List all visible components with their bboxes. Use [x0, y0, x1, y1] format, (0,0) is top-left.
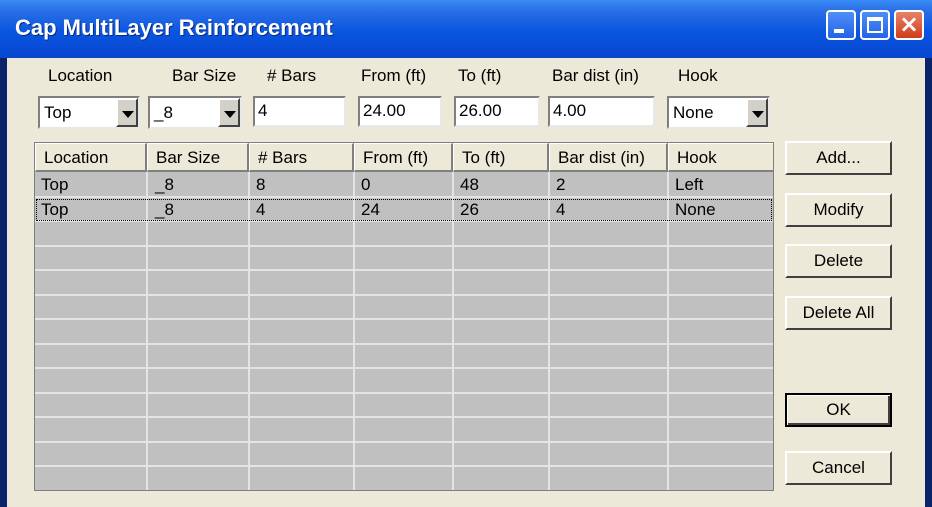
grid-line [35, 441, 773, 443]
to-label: To (ft) [458, 66, 502, 85]
delete-button[interactable]: Delete [785, 244, 892, 278]
table-cell: _8 [155, 175, 174, 194]
to-input[interactable]: 26.00 [454, 96, 540, 127]
from-label: From (ft) [361, 66, 427, 85]
dialog-window: Cap MultiLayer Reinforcement × Location … [0, 0, 932, 507]
grid-line [35, 343, 773, 345]
location-select[interactable]: Top [38, 96, 140, 129]
column-header-bar-size[interactable]: Bar Size [147, 143, 249, 172]
close-icon: × [898, 10, 920, 38]
num-bars-input[interactable]: 4 [253, 96, 346, 127]
chevron-down-icon[interactable] [218, 98, 240, 127]
hook-select[interactable]: None [667, 96, 770, 129]
hook-label: Hook [678, 66, 718, 85]
grid-line [35, 367, 773, 369]
table-cell: Top [41, 200, 69, 219]
ok-button[interactable]: OK [785, 393, 892, 427]
grid-line [35, 465, 773, 467]
column-header-hook[interactable]: Hook [668, 143, 773, 172]
grid-line [35, 318, 773, 320]
grid-line [35, 269, 773, 271]
chevron-down-icon[interactable] [116, 98, 138, 127]
bar-size-select[interactable]: _8 [148, 96, 242, 129]
location-label: Location [48, 66, 113, 85]
table-cell: 8 [256, 175, 266, 194]
close-button[interactable]: × [894, 10, 924, 40]
add-button[interactable]: Add... [785, 141, 892, 175]
column-header-bar-dist[interactable]: Bar dist (in) [549, 143, 668, 172]
location-select-value: Top [44, 103, 72, 122]
reinforcement-table[interactable]: Location Bar Size # Bars From (ft) To (f… [34, 142, 774, 491]
chevron-down-icon[interactable] [746, 98, 768, 127]
table-row[interactable]: Top _8 8 0 48 2 Left [35, 173, 773, 197]
column-header-to[interactable]: To (ft) [453, 143, 549, 172]
maximize-button[interactable] [860, 10, 890, 40]
table-cell: Left [675, 175, 704, 194]
grid-line [35, 294, 773, 296]
table-cell: 26 [460, 200, 479, 219]
minimize-button[interactable] [826, 10, 856, 40]
hook-select-value: None [673, 103, 714, 122]
table-row-selected[interactable]: Top _8 4 24 26 4 None [35, 198, 773, 222]
bar-size-select-value: _8 [154, 103, 173, 122]
table-cell: 2 [556, 175, 566, 194]
grid-line [35, 392, 773, 394]
bar-dist-input[interactable]: 4.00 [548, 96, 655, 127]
grid-line [35, 245, 773, 247]
cancel-button[interactable]: Cancel [785, 451, 892, 485]
column-header-from[interactable]: From (ft) [354, 143, 453, 172]
column-header-num-bars[interactable]: # Bars [249, 143, 354, 172]
table-cell: 4 [556, 200, 566, 219]
num-bars-label: # Bars [267, 66, 317, 85]
title-bar[interactable]: Cap MultiLayer Reinforcement × [0, 0, 932, 58]
delete-all-button[interactable]: Delete All [785, 296, 892, 330]
column-header-location[interactable]: Location [35, 143, 147, 172]
maximize-icon [867, 17, 883, 33]
table-cell: _8 [155, 200, 174, 219]
bar-size-label: Bar Size [172, 66, 237, 85]
grid-line [35, 416, 773, 418]
table-cell: Top [41, 175, 69, 194]
window-title: Cap MultiLayer Reinforcement [15, 15, 333, 40]
minimize-icon [834, 29, 844, 33]
table-cell: 48 [460, 175, 479, 194]
from-input[interactable]: 24.00 [358, 96, 442, 127]
modify-button[interactable]: Modify [785, 193, 892, 227]
table-cell: 4 [256, 200, 266, 219]
table-cell: None [675, 200, 716, 219]
bar-dist-label: Bar dist (in) [552, 66, 639, 85]
table-cell: 0 [361, 175, 371, 194]
table-cell: 24 [361, 200, 380, 219]
